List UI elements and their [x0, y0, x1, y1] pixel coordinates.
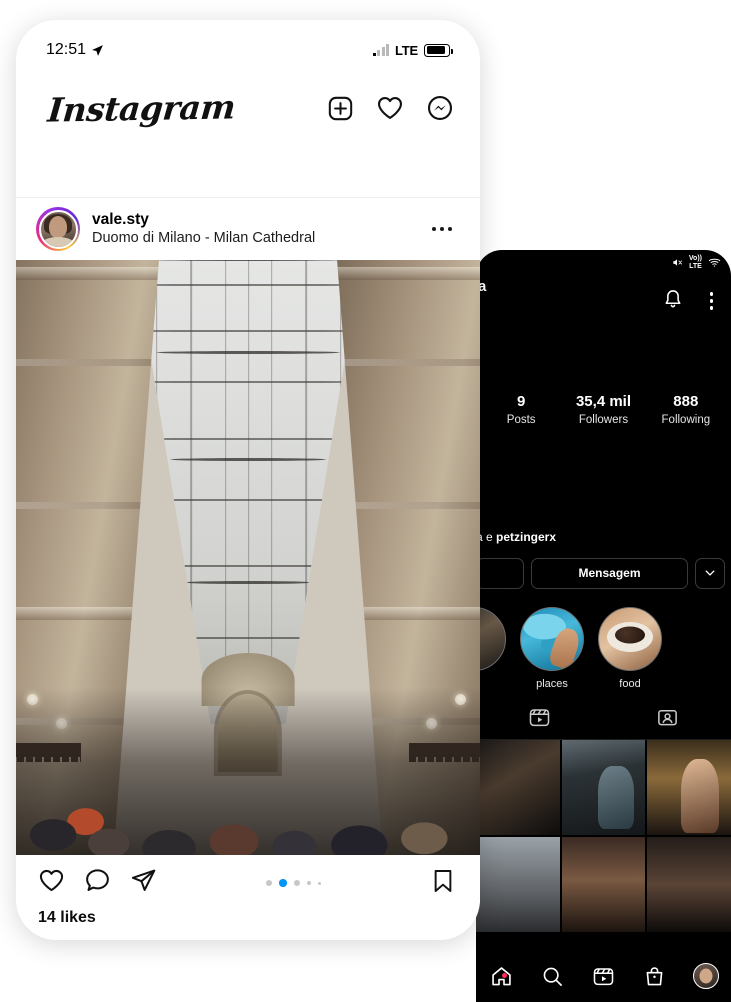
bell-icon[interactable]: [662, 288, 684, 315]
nav-reels[interactable]: [578, 965, 629, 988]
profile-tabs: [476, 690, 731, 740]
story-ring-avatar[interactable]: [36, 207, 80, 251]
stat-posts-value: 9: [516, 393, 526, 410]
comment-icon[interactable]: [84, 867, 111, 899]
screenshot-root: 12:51 LTE Instagram vale.sty Duomo di Mi…: [0, 0, 731, 1002]
avatar: [38, 209, 78, 249]
network-label: LTE: [395, 42, 418, 58]
post-action-left: [38, 867, 157, 899]
carousel-indicator: [157, 879, 430, 887]
new-post-icon[interactable]: [327, 95, 354, 122]
message-button[interactable]: Mensagem: [531, 557, 688, 589]
carousel-dot: [306, 880, 311, 886]
bottom-navigation-bar: [476, 950, 731, 1002]
post-photo[interactable]: [16, 260, 480, 855]
highlight-item-places[interactable]: places: [520, 606, 584, 690]
post-header: vale.sty Duomo di Milano - Milan Cathedr…: [16, 198, 480, 260]
status-right-group: LTE: [372, 42, 453, 58]
heart-icon[interactable]: [38, 867, 65, 899]
stat-following[interactable]: 888 Following: [645, 392, 727, 430]
instagram-feed-phone: 12:51 LTE Instagram vale.sty Duomo di Mi…: [16, 20, 480, 940]
chevron-down-icon[interactable]: [695, 557, 725, 589]
post-action-bar: [16, 855, 480, 903]
profile-stats: 9 Posts 35,4 mil Followers 888 Following: [476, 330, 731, 430]
highlight-item-car[interactable]: [476, 606, 506, 678]
stat-following-value: 888: [673, 393, 699, 410]
highlight-dessert: [598, 606, 662, 671]
nav-search[interactable]: [527, 965, 578, 988]
stat-posts-label: Posts: [506, 414, 536, 427]
profile-top-bar: a: [476, 272, 731, 330]
story-highlights: places food: [476, 589, 731, 690]
stat-followers-label: Followers: [578, 414, 629, 427]
highlight-label: food: [619, 677, 641, 690]
share-paper-plane-icon[interactable]: [130, 867, 157, 899]
highlight-pool: [520, 606, 584, 671]
bio-mention[interactable]: petzingerx: [496, 530, 556, 544]
follow-button[interactable]: [476, 557, 524, 589]
grid-photo-dark-scene[interactable]: [647, 836, 731, 933]
post-meta: vale.sty Duomo di Milano - Milan Cathedr…: [92, 210, 414, 248]
status-time: 12:51: [46, 41, 87, 58]
nav-profile[interactable]: [680, 963, 731, 989]
grid-photo-night-street[interactable]: [647, 739, 731, 835]
home-notification-badge: [501, 972, 507, 978]
grid-photo-portrait[interactable]: [561, 836, 646, 933]
carousel-dot-active: [279, 879, 287, 887]
highlight-label: places: [536, 677, 568, 690]
grid-photo-car-selfie[interactable]: [561, 739, 646, 835]
avatar-face: [49, 215, 67, 238]
profile-bio-line: a e petzingerx: [476, 430, 731, 544]
more-options-icon[interactable]: [426, 221, 459, 238]
grid-photo-crowd[interactable]: [476, 739, 560, 835]
top-bar-divider: [16, 148, 480, 198]
grid-photo-road[interactable]: [476, 836, 560, 933]
post-location[interactable]: Duomo di Milano - Milan Cathedral: [92, 229, 414, 248]
volte-indicator: Vo)) LTE: [688, 255, 702, 270]
instagram-profile-phone: Vo)) LTE a 9 Posts 35,4 mil Followers 88…: [476, 250, 731, 1002]
wifi-icon: [708, 257, 721, 268]
carousel-dot: [266, 880, 272, 886]
bookmark-icon[interactable]: [430, 868, 456, 899]
nav-shop[interactable]: [629, 965, 680, 988]
battery-icon: [424, 43, 453, 57]
android-status-bar: Vo)) LTE: [476, 250, 731, 272]
instagram-wordmark[interactable]: Instagram: [46, 87, 237, 129]
mute-icon: [672, 257, 683, 268]
tab-reels[interactable]: [476, 706, 604, 729]
kebab-menu-icon[interactable]: [706, 288, 718, 314]
avatar-shoulders: [42, 236, 74, 247]
profile-buttons: Mensagem: [476, 544, 731, 589]
highlight-car: [476, 606, 506, 671]
profile-photo-grid: [476, 739, 731, 933]
post-username[interactable]: vale.sty: [92, 210, 414, 229]
tab-tagged[interactable]: [604, 706, 731, 729]
ios-status-bar: 12:51 LTE: [16, 20, 480, 68]
activity-heart-icon[interactable]: [376, 94, 404, 122]
profile-avatar-icon: [692, 963, 719, 989]
instagram-top-bar: Instagram: [16, 68, 480, 148]
highlight-item-food[interactable]: food: [598, 606, 662, 690]
messenger-icon[interactable]: [426, 94, 454, 122]
stat-followers-value: 35,4 mil: [575, 393, 632, 410]
crowd-of-people: [16, 688, 480, 855]
stat-followers[interactable]: 35,4 mil Followers: [562, 392, 644, 430]
carousel-dot: [293, 880, 300, 886]
stat-following-label: Following: [661, 414, 711, 427]
post-likes-count[interactable]: 14 likes: [16, 903, 480, 927]
stat-posts[interactable]: 9 Posts: [480, 392, 562, 430]
carousel-dot: [318, 881, 321, 885]
nav-home[interactable]: [476, 965, 527, 988]
location-arrow-icon: [91, 44, 104, 57]
top-bar-actions: [327, 94, 454, 122]
status-left-group: 12:51: [46, 41, 104, 59]
signal-bars-icon: [372, 44, 389, 56]
